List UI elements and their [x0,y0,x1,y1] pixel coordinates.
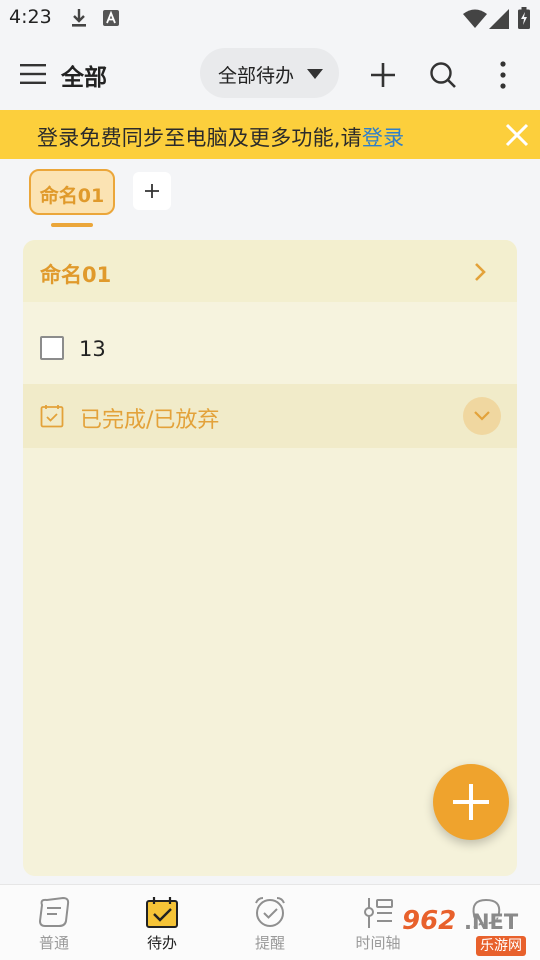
banner-text: 登录免费同步至电脑及更多功能,请登录 [37,122,404,152]
more-vertical-icon[interactable] [486,58,520,92]
watermark-domain: .NET [464,910,519,934]
nav-label: 提醒 [254,934,285,952]
todo-text: 13 [79,337,106,361]
completed-section-toggle[interactable]: 已完成/已放弃 [23,384,517,448]
close-icon[interactable] [503,121,531,149]
font-icon [103,10,119,26]
watermark-logo: 962 .NET 乐游网 [402,906,540,960]
caret-down-icon [307,69,323,79]
login-banner: 登录免费同步至电脑及更多功能,请登录 [0,110,540,159]
chevron-right-icon [475,263,486,281]
timeline-icon [364,898,393,928]
menu-icon[interactable] [16,60,50,88]
app-bar: 全部 全部待办 [0,38,540,110]
nav-item-todo[interactable]: 待办 [108,885,216,960]
todo-checkbox[interactable] [40,336,64,360]
page-title: 全部 [61,65,107,91]
search-icon[interactable] [426,58,460,92]
tab-label: 命名01 [39,185,105,207]
expand-button[interactable] [463,397,501,435]
list-header[interactable]: 命名01 [23,240,517,302]
add-tab-button[interactable] [133,172,171,210]
signal-icon [489,9,509,29]
tab-list-1[interactable]: 命名01 [29,169,115,215]
filter-dropdown[interactable]: 全部待办 [200,48,339,98]
status-time: 4:23 [9,6,52,28]
todo-item[interactable]: 13 [23,302,517,384]
watermark-site: 乐游网 [476,936,526,956]
add-todo-fab[interactable] [433,764,509,840]
nav-item-reminder[interactable]: 提醒 [216,885,324,960]
battery-icon [518,7,530,29]
completed-label: 已完成/已放弃 [80,408,220,433]
plus-icon [145,184,159,198]
nav-label: 普通 [38,934,69,952]
wifi-icon [463,9,487,28]
filter-label: 全部待办 [218,65,295,87]
calendar-check-icon [40,405,64,428]
nav-item-normal[interactable]: 普通 [0,885,108,960]
note-icon [38,896,70,927]
watermark-number: 962 [402,906,457,936]
alarm-clock-icon [255,897,285,927]
add-icon[interactable] [366,58,400,92]
nav-label: 待办 [146,934,177,952]
banner-message: 登录免费同步至电脑及更多功能,请 [37,126,362,150]
calendar-check-icon [146,897,178,928]
add-icon [453,784,489,820]
tab-indicator [51,223,93,227]
status-bar: 4:23 [0,0,540,38]
list-title: 命名01 [40,263,112,287]
download-icon [72,9,86,27]
login-link[interactable]: 登录 [362,126,404,150]
chevron-down-icon [474,411,490,421]
